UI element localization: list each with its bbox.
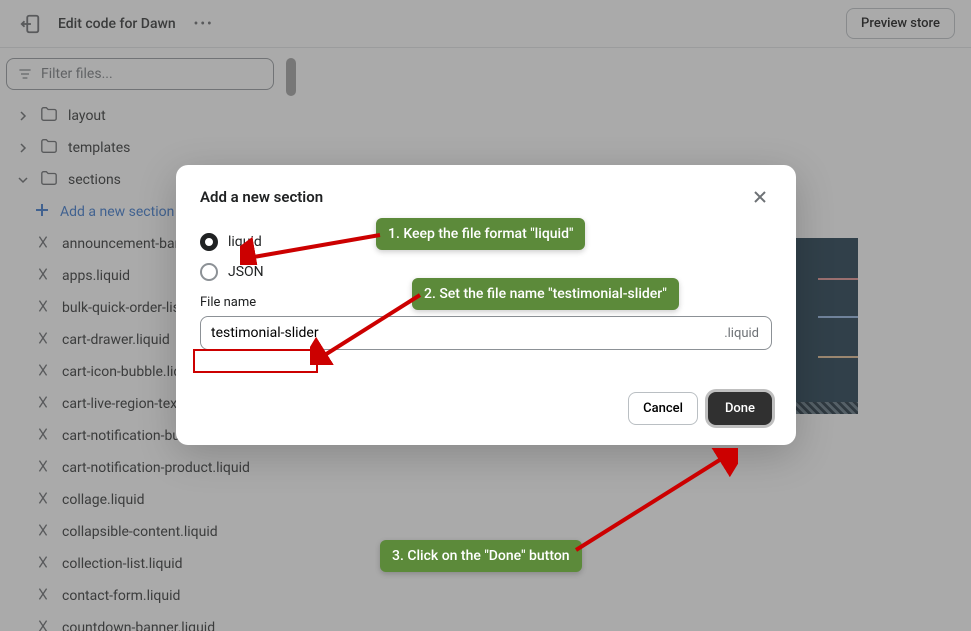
close-button[interactable]: [748, 185, 772, 209]
radio-json-label: JSON: [228, 264, 264, 280]
callout-3: 3. Click on the "Done" button: [380, 540, 582, 572]
close-icon: [752, 189, 768, 205]
done-button[interactable]: Done: [708, 392, 772, 425]
file-name-input[interactable]: [201, 317, 712, 349]
callout-2: 2. Set the file name "testimonial-slider…: [412, 278, 679, 310]
radio-icon: [200, 233, 218, 251]
file-extension: .liquid: [712, 326, 771, 341]
radio-icon: [200, 263, 218, 281]
modal-title: Add a new section: [200, 188, 323, 206]
file-name-input-wrap: .liquid: [200, 316, 772, 350]
radio-liquid-label: liquid: [228, 234, 262, 250]
callout-1: 1. Keep the file format "liquid": [376, 218, 585, 250]
cancel-button[interactable]: Cancel: [628, 392, 698, 425]
